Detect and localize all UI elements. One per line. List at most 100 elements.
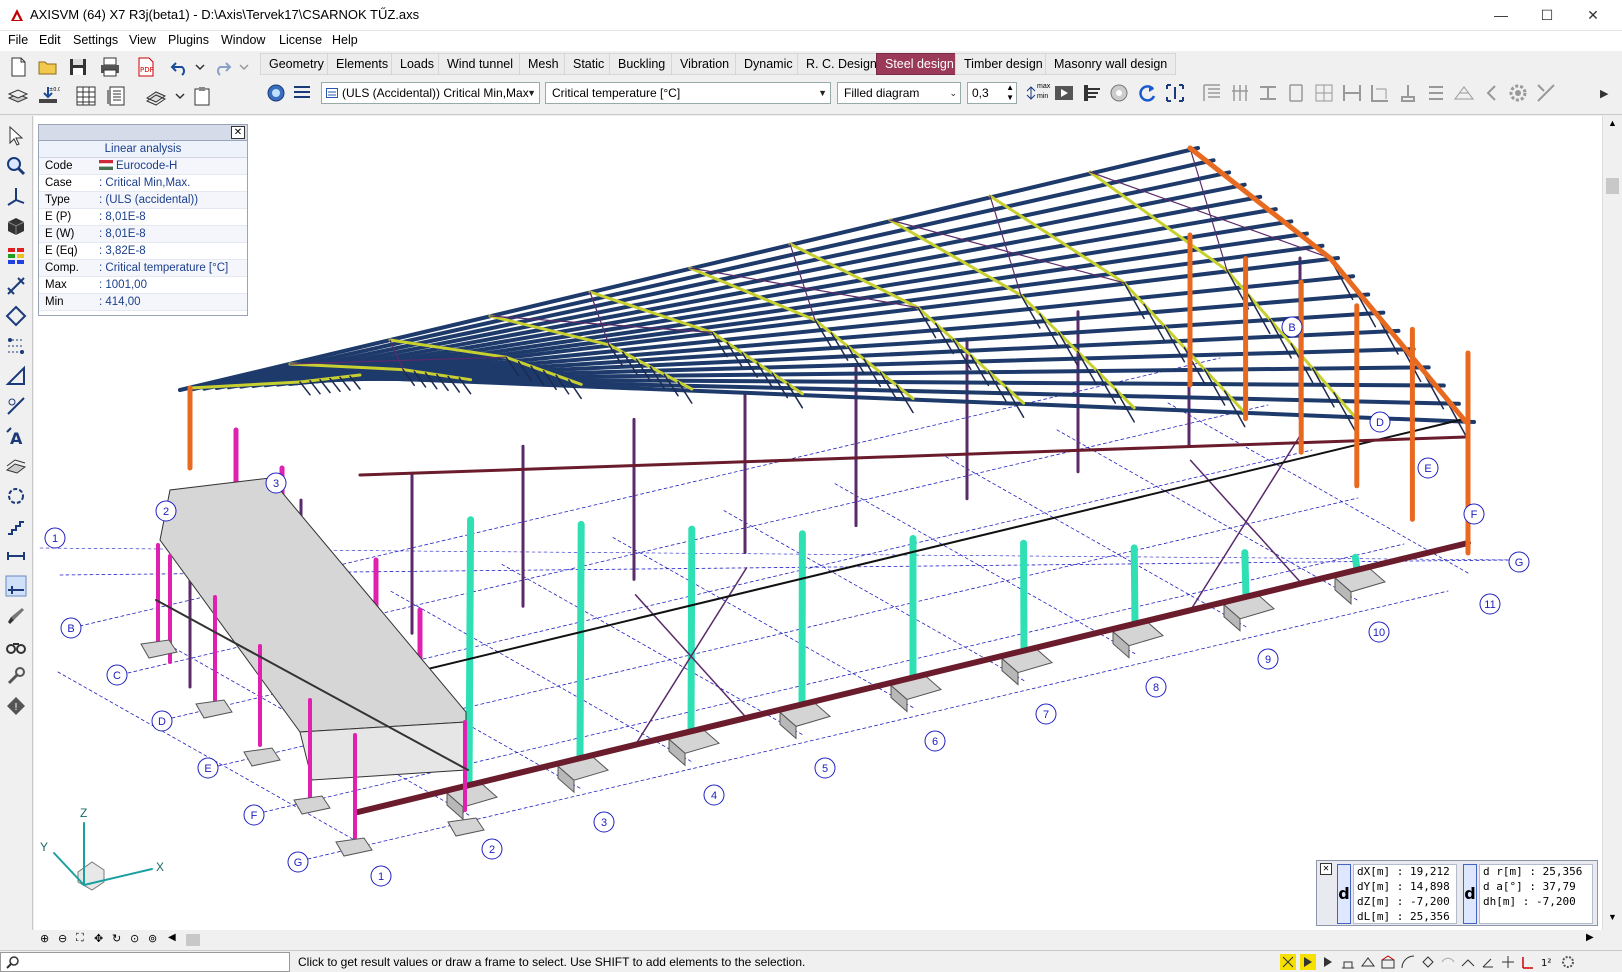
menu-edit[interactable]: Edit bbox=[39, 33, 61, 47]
save-icon[interactable] bbox=[66, 55, 90, 79]
snap-perpendicular-icon[interactable] bbox=[1420, 954, 1436, 970]
snap-grid-icon[interactable] bbox=[1320, 954, 1336, 970]
tab-masonry-wall-design[interactable]: Masonry wall design bbox=[1045, 53, 1177, 75]
snap-midpoint-icon[interactable] bbox=[1300, 954, 1316, 970]
report-icon[interactable] bbox=[104, 84, 128, 108]
scroll-thumb[interactable] bbox=[1606, 178, 1619, 194]
close-button[interactable]: ✕ bbox=[1570, 0, 1616, 31]
diamond-shape-icon[interactable] bbox=[4, 304, 28, 328]
snap-arc-icon[interactable] bbox=[1400, 954, 1416, 970]
cut-line-icon[interactable] bbox=[4, 394, 28, 418]
drawings-library-icon[interactable] bbox=[144, 84, 168, 108]
render-cube-icon[interactable] bbox=[4, 214, 28, 238]
info-panel-header[interactable]: ✕ bbox=[39, 125, 247, 141]
spinner-arrows-icon[interactable]: ▲ ▼ bbox=[1006, 83, 1014, 103]
steel-joint-icon[interactable] bbox=[1368, 81, 1392, 105]
result-filter-icon[interactable] bbox=[1107, 81, 1131, 105]
steel-optimize-icon[interactable] bbox=[1312, 81, 1336, 105]
zoom-out-icon[interactable]: ⊖ bbox=[58, 932, 67, 945]
settings-icon[interactable] bbox=[1560, 954, 1576, 970]
dimension-icon[interactable] bbox=[4, 274, 28, 298]
refresh-icon[interactable] bbox=[1135, 81, 1159, 105]
section-view-icon[interactable] bbox=[1080, 81, 1104, 105]
steel-check-icon[interactable] bbox=[1200, 81, 1224, 105]
fit-view-icon[interactable] bbox=[1163, 81, 1187, 105]
snap-surface-icon[interactable] bbox=[1360, 954, 1376, 970]
tab-static[interactable]: Static bbox=[564, 53, 614, 75]
tab-geometry[interactable]: Geometry bbox=[260, 53, 333, 75]
workplane-icon[interactable] bbox=[4, 454, 28, 478]
binoculars-icon[interactable] bbox=[4, 634, 28, 658]
result-display-icon[interactable] bbox=[264, 81, 288, 105]
snap-tangent-icon[interactable] bbox=[1440, 954, 1456, 970]
tab-timber-design[interactable]: Timber design bbox=[955, 53, 1052, 75]
maximize-button[interactable]: ☐ bbox=[1524, 0, 1570, 31]
snap-node-icon[interactable] bbox=[1280, 954, 1296, 970]
display-mode-select[interactable]: Filled diagram ⌄ bbox=[837, 82, 961, 104]
menu-license[interactable]: License bbox=[279, 33, 322, 47]
rotate-icon[interactable] bbox=[4, 484, 28, 508]
polar-delta-icon[interactable]: d bbox=[1463, 864, 1477, 924]
snap-line-icon[interactable] bbox=[1340, 954, 1356, 970]
collapse-toolbar-icon[interactable] bbox=[1480, 81, 1504, 105]
design-tools-icon[interactable] bbox=[1534, 81, 1558, 105]
scroll-up-icon[interactable]: ▲ bbox=[1608, 118, 1617, 128]
axis-perspective-icon[interactable] bbox=[4, 184, 28, 208]
level-import-icon[interactable]: ±0.00 bbox=[36, 84, 60, 108]
zoom-in-icon[interactable]: ⊕ bbox=[40, 932, 49, 945]
tab-elements[interactable]: Elements bbox=[327, 53, 398, 75]
load-case-select[interactable]: (ULS (Accidental)) Critical Min,Max ▼ bbox=[321, 82, 540, 104]
print-icon[interactable] bbox=[98, 55, 122, 79]
steel-design-parameters-icon[interactable] bbox=[1256, 81, 1280, 105]
zoom-fit-icon[interactable]: ⛶ bbox=[76, 932, 84, 945]
color-legend-icon[interactable] bbox=[4, 244, 28, 268]
menu-settings[interactable]: Settings bbox=[73, 33, 118, 47]
zoom-window-icon[interactable]: ⊚ bbox=[148, 932, 157, 945]
steel-buckling-icon[interactable] bbox=[1284, 81, 1308, 105]
tab-wind-tunnel[interactable]: Wind tunnel bbox=[438, 53, 523, 75]
menu-help[interactable]: Help bbox=[332, 33, 358, 47]
zoom-icon[interactable] bbox=[4, 154, 28, 178]
hscroll-thumb[interactable] bbox=[186, 934, 200, 946]
menu-plugins[interactable]: Plugins bbox=[168, 33, 209, 47]
snap-domain-icon[interactable] bbox=[1380, 954, 1396, 970]
command-search-input[interactable] bbox=[0, 952, 290, 972]
zoom-previous-icon[interactable]: ⊙ bbox=[130, 932, 139, 945]
max-min-toggle[interactable]: max min bbox=[1025, 82, 1053, 104]
tab-buckling[interactable]: Buckling bbox=[609, 53, 675, 75]
stairs-icon[interactable] bbox=[4, 514, 28, 538]
result-list-icon[interactable] bbox=[290, 81, 314, 105]
snap-extension-icon[interactable] bbox=[1460, 954, 1476, 970]
tab-mesh[interactable]: Mesh bbox=[519, 53, 568, 75]
coordinate-system-icon[interactable]: 1² bbox=[1540, 954, 1556, 970]
model-viewport[interactable]: 1 2 3 4 5 6 7 8 9 10 11 B C D E F G 1 2 3 B D E F G Z X Y bbox=[34, 116, 1602, 930]
guideline-icon[interactable] bbox=[4, 574, 28, 598]
scale-spinner[interactable]: 0,3 ▲ ▼ bbox=[967, 82, 1017, 104]
new-file-icon[interactable] bbox=[6, 55, 30, 79]
scroll-right-icon[interactable]: ▶ bbox=[1586, 932, 1594, 943]
structure-3d-view[interactable]: 1 2 3 4 5 6 7 8 9 10 11 B C D E F G 1 2 3 B D E F G Z X Y bbox=[34, 116, 1602, 930]
scroll-left-icon[interactable]: ◀ bbox=[168, 932, 176, 943]
pan-icon[interactable]: ✥ bbox=[94, 932, 103, 945]
steel-members-icon[interactable] bbox=[1228, 81, 1252, 105]
vertical-scrollbar[interactable]: ▲ ▼ bbox=[1602, 116, 1622, 930]
tab-vibration[interactable]: Vibration bbox=[671, 53, 739, 75]
tab-rc-design[interactable]: R. C. Design bbox=[797, 53, 886, 75]
node-grid-icon[interactable] bbox=[4, 334, 28, 358]
snap-axis-icon[interactable] bbox=[1500, 954, 1516, 970]
settings-gear-icon[interactable] bbox=[1506, 81, 1530, 105]
info-panel-close-icon[interactable]: ✕ bbox=[231, 126, 245, 139]
menu-window[interactable]: Window bbox=[221, 33, 265, 47]
menu-file[interactable]: File bbox=[8, 33, 28, 47]
info-diamond-icon[interactable]: ! bbox=[4, 694, 28, 718]
tab-loads[interactable]: Loads bbox=[391, 53, 444, 75]
tab-dynamic[interactable]: Dynamic bbox=[735, 53, 802, 75]
drawings-dropdown-icon[interactable] bbox=[168, 84, 192, 108]
undo-dropdown-icon[interactable] bbox=[188, 55, 212, 79]
component-select[interactable]: Critical temperature [°C] ▼ bbox=[545, 82, 831, 104]
minimize-button[interactable]: — bbox=[1478, 0, 1524, 31]
wrench-icon[interactable] bbox=[4, 664, 28, 688]
clipboard-icon[interactable] bbox=[190, 84, 214, 108]
pdf-export-icon[interactable]: PDF bbox=[134, 55, 158, 79]
measure-icon[interactable] bbox=[4, 364, 28, 388]
